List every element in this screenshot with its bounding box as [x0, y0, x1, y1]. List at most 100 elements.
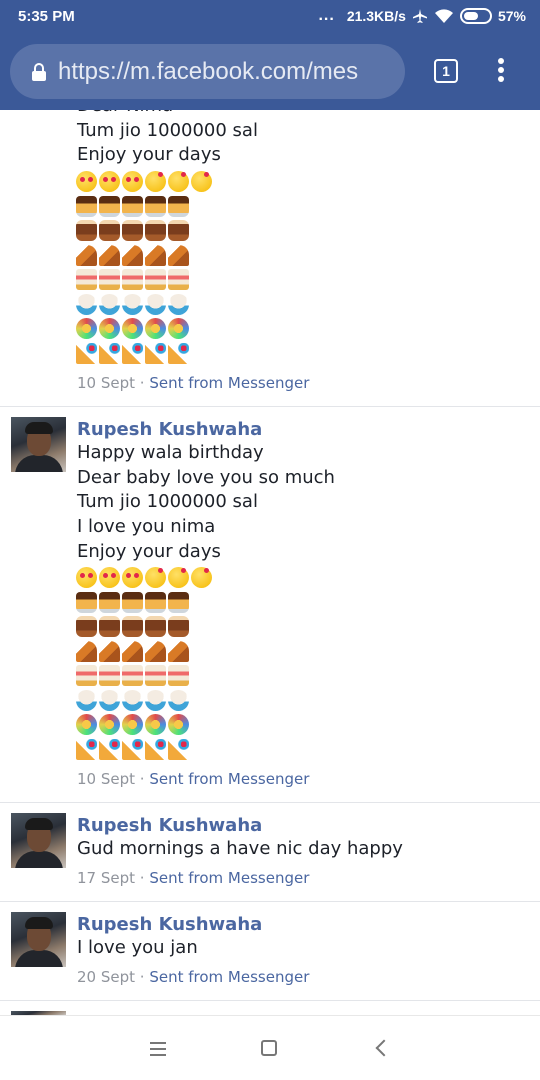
tab-switcher-button[interactable]: 1 [434, 59, 458, 83]
shortcake-icon [168, 665, 189, 686]
message-line: Dear Nima [77, 110, 258, 119]
party-popper-icon [99, 738, 120, 760]
emoji-row [76, 171, 212, 196]
sent-from-messenger-link[interactable]: Sent from Messenger [149, 869, 309, 887]
custard-icon [145, 195, 166, 217]
custard-icon [99, 195, 120, 217]
heart-eyes-face-icon [122, 171, 143, 192]
pie-slice-icon [76, 640, 97, 662]
heart-eyes-face-icon [99, 171, 120, 192]
shaved-ice-icon [145, 689, 166, 711]
overflow-menu-icon[interactable] [497, 58, 505, 86]
battery-percent: 57% [497, 8, 526, 24]
shortcake-icon [122, 665, 143, 686]
emoji-grid [76, 567, 212, 764]
pie-slice-icon [145, 244, 166, 266]
meta-separator: · [135, 869, 150, 887]
airplane-icon [412, 9, 427, 23]
birthday-cake-icon [145, 220, 166, 241]
sent-from-messenger-link[interactable]: Sent from Messenger [149, 968, 309, 986]
battery-icon [459, 8, 492, 24]
message-date[interactable]: 17 Sept [77, 869, 135, 887]
home-icon[interactable] [261, 1040, 277, 1056]
kissing-face-icon [145, 567, 166, 588]
avatar[interactable] [11, 912, 66, 967]
partying-face-icon [76, 714, 97, 735]
custard-icon [122, 195, 143, 217]
network-speed: 21.3KB/s [346, 8, 406, 24]
shortcake-icon [76, 269, 97, 290]
party-popper-icon [168, 342, 189, 364]
custard-icon [76, 591, 97, 613]
shaved-ice-icon [168, 293, 189, 315]
message-item: Rupesh Kushwaha Happy wala birthday Dear… [0, 407, 540, 803]
heart-eyes-face-icon [99, 567, 120, 588]
custard-icon [76, 195, 97, 217]
pie-slice-icon [99, 640, 120, 662]
browser-toolbar: https://m.facebook.com/mes 1 [0, 34, 540, 110]
emoji-row [76, 738, 206, 764]
sent-from-messenger-link[interactable]: Sent from Messenger [149, 374, 309, 392]
emoji-row [76, 195, 206, 221]
sent-from-messenger-link[interactable]: Sent from Messenger [149, 770, 309, 788]
shaved-ice-icon [76, 293, 97, 315]
shortcake-icon [122, 269, 143, 290]
system-nav-bar [0, 1015, 540, 1080]
party-popper-icon [76, 738, 97, 760]
message-text: Dear Nima Tum jio 1000000 sal Enjoy your… [77, 110, 258, 168]
emoji-row [76, 616, 206, 641]
message-item: Rupesh Kushwaha I love you jan 20 Sept ·… [0, 902, 540, 1001]
message-line: Happy wala birthday [77, 442, 264, 463]
url-bar[interactable]: https://m.facebook.com/mes [10, 44, 405, 99]
avatar[interactable] [11, 813, 66, 868]
sender-name[interactable]: Rupesh Kushwaha [77, 419, 262, 440]
emoji-row [76, 640, 206, 666]
shortcake-icon [168, 269, 189, 290]
partying-face-icon [168, 318, 189, 339]
message-meta: 10 Sept · Sent from Messenger [77, 374, 309, 392]
menu-icon[interactable] [150, 1042, 166, 1060]
shaved-ice-icon [168, 689, 189, 711]
birthday-cake-icon [168, 616, 189, 637]
message-date[interactable]: 10 Sept [77, 374, 135, 392]
back-icon[interactable] [375, 1039, 393, 1057]
kissing-face-icon [168, 171, 189, 192]
sender-name[interactable]: Rupesh Kushwaha [77, 815, 262, 836]
partying-face-icon [145, 318, 166, 339]
emoji-row [76, 567, 212, 592]
signal-dots: ... [318, 7, 335, 24]
partying-face-icon [76, 318, 97, 339]
heart-eyes-face-icon [76, 171, 97, 192]
kissing-face-icon [191, 567, 212, 588]
message-date[interactable]: 10 Sept [77, 770, 135, 788]
message-meta: 10 Sept · Sent from Messenger [77, 770, 309, 788]
heart-eyes-face-icon [76, 567, 97, 588]
url-text[interactable]: https://m.facebook.com/mes [58, 58, 358, 86]
message-line: Enjoy your days [77, 144, 221, 166]
message-text: Gud mornings a have nic day happy [77, 837, 403, 862]
custard-icon [99, 591, 120, 613]
pie-slice-icon [168, 244, 189, 266]
sender-name[interactable]: Rupesh Kushwaha [77, 914, 262, 935]
birthday-cake-icon [76, 220, 97, 241]
wifi-icon [434, 9, 453, 23]
shaved-ice-icon [145, 293, 166, 315]
birthday-cake-icon [122, 616, 143, 637]
message-date[interactable]: 20 Sept [77, 968, 135, 986]
message-meta: 20 Sept · Sent from Messenger [77, 968, 309, 986]
shaved-ice-icon [99, 293, 120, 315]
custard-icon [145, 591, 166, 613]
emoji-row [76, 244, 206, 270]
party-popper-icon [76, 342, 97, 364]
avatar[interactable] [11, 417, 66, 472]
shortcake-icon [99, 665, 120, 686]
partying-face-icon [122, 714, 143, 735]
message-line: Tum jio 1000000 sal [77, 119, 258, 141]
message-line: Enjoy your days [77, 540, 221, 562]
status-bar: 5:35 PM ... 21.3KB/s 57% [0, 0, 540, 34]
birthday-cake-icon [99, 616, 120, 637]
message-text: Happy wala birthday Dear baby love you s… [77, 441, 335, 565]
emoji-row [76, 293, 206, 319]
birthday-cake-icon [122, 220, 143, 241]
emoji-grid [76, 171, 212, 367]
